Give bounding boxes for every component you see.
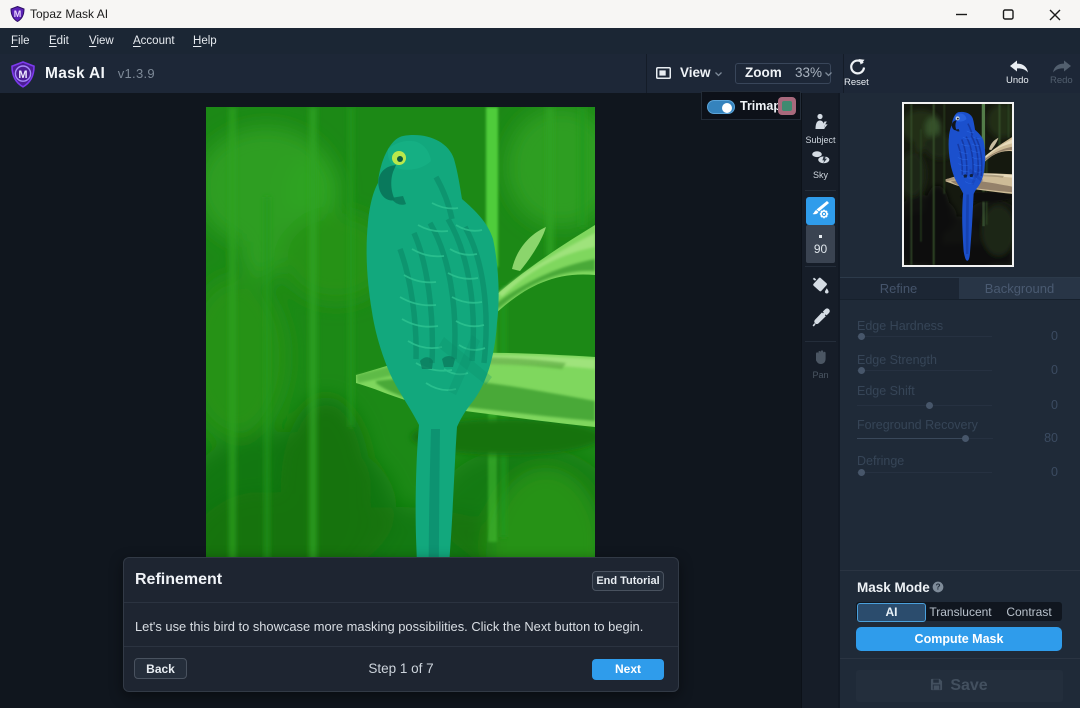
svg-text:?: ? <box>935 582 940 592</box>
svg-text:M: M <box>18 69 27 81</box>
svg-text:M: M <box>14 9 22 19</box>
